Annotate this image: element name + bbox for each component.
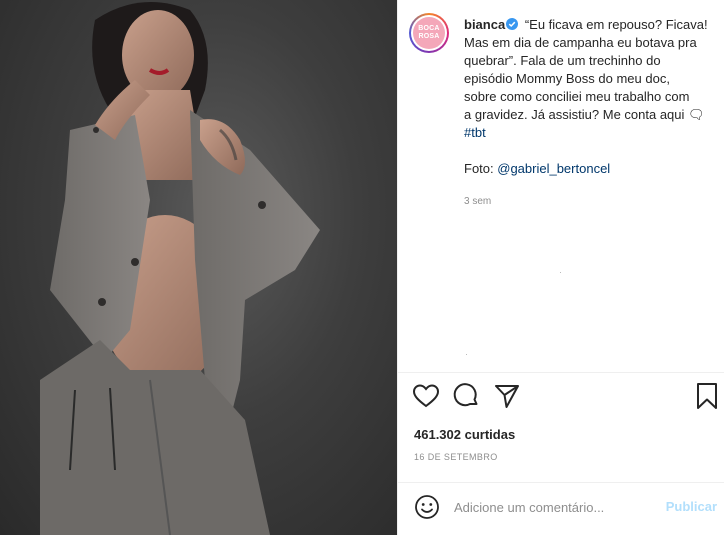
hashtag-link[interactable]: #tbt bbox=[464, 125, 486, 140]
comment-input[interactable] bbox=[454, 496, 654, 518]
username-link[interactable]: bianca bbox=[464, 17, 505, 32]
heart-icon[interactable] bbox=[412, 382, 440, 410]
photo-credit: Foto: @gabriel_bertoncel bbox=[464, 160, 714, 178]
bookmark-icon[interactable] bbox=[693, 382, 721, 410]
avatar-text-line-2: ROSA bbox=[418, 33, 440, 40]
avatar[interactable]: BOCA ROSA bbox=[409, 13, 449, 53]
action-bar bbox=[398, 382, 724, 412]
mention-link[interactable]: @gabriel_bertoncel bbox=[497, 161, 610, 176]
post-photo[interactable] bbox=[0, 0, 397, 535]
stray-dot bbox=[466, 354, 467, 355]
emoji-icon[interactable] bbox=[414, 494, 440, 520]
caption-line-1: “Eu ficava em repouso? Ficava! bbox=[524, 17, 708, 32]
avatar-text-line-1: BOCA bbox=[418, 25, 440, 32]
stray-dot bbox=[560, 272, 561, 273]
caption-line-5: sobre como conciliei meu trabalho com bbox=[464, 89, 690, 104]
likes-count[interactable]: 461.302 curtidas bbox=[414, 427, 515, 442]
post-caption: bianca “Eu ficava em repouso? Ficava! Ma… bbox=[464, 16, 714, 178]
caption-line-6: a gravidez. Já assistiu? Me conta aqui 🗨 bbox=[464, 107, 705, 122]
post-details-panel: BOCA ROSA bianca “Eu ficava em repouso? … bbox=[397, 0, 724, 535]
caption-line-4: episódio Mommy Boss do meu doc, bbox=[464, 71, 670, 86]
share-icon[interactable] bbox=[493, 382, 521, 410]
caption-line-3: quebrar”. Fala de um trechinho do bbox=[464, 53, 661, 68]
caption-time-ago: 3 sem bbox=[464, 196, 492, 207]
caption-area: BOCA ROSA bianca “Eu ficava em repouso? … bbox=[398, 0, 724, 372]
photo-illustration bbox=[40, 2, 320, 535]
comment-bar: Publicar bbox=[398, 482, 724, 535]
divider bbox=[398, 372, 724, 373]
post-date[interactable]: 16 DE SETEMBRO bbox=[414, 452, 498, 462]
avatar-ring: BOCA ROSA bbox=[411, 15, 447, 51]
avatar-image: BOCA ROSA bbox=[413, 17, 445, 49]
verified-badge-icon bbox=[506, 18, 519, 30]
photo-credit-prefix: Foto: bbox=[464, 161, 498, 176]
caption-line-2: Mas em dia de campanha eu botava pra bbox=[464, 35, 697, 50]
publish-button[interactable]: Publicar bbox=[666, 499, 717, 514]
comment-icon[interactable] bbox=[452, 382, 480, 410]
